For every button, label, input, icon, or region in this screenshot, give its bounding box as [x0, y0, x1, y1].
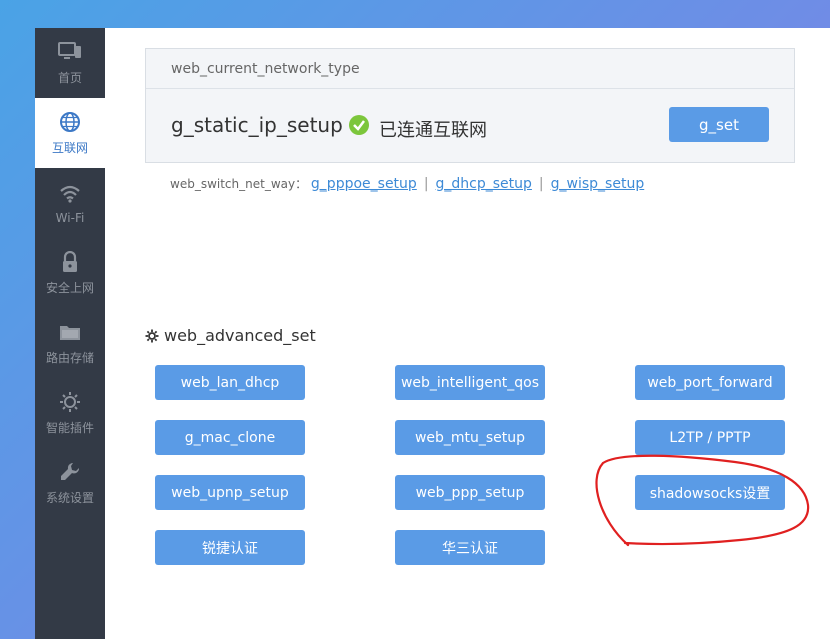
shadowsocks-button[interactable]: shadowsocks设置	[635, 475, 785, 510]
pppoe-link[interactable]: g_pppoe_setup	[311, 176, 417, 192]
sidebar-item-security[interactable]: 安全上网	[35, 238, 105, 308]
wrench-icon	[58, 460, 82, 484]
port-forward-button[interactable]: web_port_forward	[635, 365, 785, 400]
intelligent-qos-button[interactable]: web_intelligent_qos	[395, 365, 545, 400]
mac-clone-button[interactable]: g_mac_clone	[155, 420, 305, 455]
ruijie-auth-button[interactable]: 锐捷认证	[155, 530, 305, 565]
sidebar-item-label: 互联网	[51, 141, 88, 155]
sidebar-item-label: 首页	[57, 71, 82, 85]
l2tp-pptp-button[interactable]: L2TP / PPTP	[635, 420, 785, 455]
sidebar: 首页 互联网 Wi-Fi 安全上网 路由存储 智能插件 系统设置	[35, 28, 105, 639]
sidebar-item-label: Wi-Fi	[55, 210, 85, 225]
advanced-title-text: web_advanced_set	[164, 326, 316, 345]
sidebar-item-label: 系统设置	[45, 491, 94, 505]
switch-label: web_switch_net_way：	[170, 177, 308, 191]
sidebar-item-label: 路由存储	[45, 351, 94, 365]
sidebar-item-wifi[interactable]: Wi-Fi	[35, 168, 105, 238]
wisp-link[interactable]: g_wisp_setup	[551, 176, 645, 192]
switch-net-way: web_switch_net_way： g_pppoe_setup | g_dhcp…	[170, 175, 644, 192]
globe-icon	[58, 110, 82, 134]
sidebar-item-plugins[interactable]: 智能插件	[35, 378, 105, 448]
folder-icon	[58, 320, 82, 344]
advanced-settings-title: web_advanced_set	[145, 326, 316, 345]
sidebar-item-internet[interactable]: 互联网	[35, 98, 105, 168]
upnp-setup-button[interactable]: web_upnp_setup	[155, 475, 305, 510]
main-panel: web_current_network_type g_static_ip_set…	[105, 28, 830, 639]
network-type: g_static_ip_setup	[171, 113, 343, 137]
separator: |	[538, 176, 544, 192]
connection-status: 已连通互联网	[379, 120, 487, 141]
h3c-auth-button[interactable]: 华三认证	[395, 530, 545, 565]
sidebar-item-storage[interactable]: 路由存储	[35, 308, 105, 378]
separator: |	[423, 176, 429, 192]
sidebar-item-home[interactable]: 首页	[35, 28, 105, 98]
ppp-setup-button[interactable]: web_ppp_setup	[395, 475, 545, 510]
check-icon	[349, 115, 369, 135]
sun-icon	[58, 390, 82, 414]
network-status-title: web_current_network_type	[146, 49, 794, 89]
sidebar-item-label: 安全上网	[45, 281, 94, 295]
mtu-setup-button[interactable]: web_mtu_setup	[395, 420, 545, 455]
gear-icon	[145, 329, 159, 343]
lan-dhcp-button[interactable]: web_lan_dhcp	[155, 365, 305, 400]
wifi-icon	[58, 182, 82, 206]
monitor-icon	[58, 40, 82, 64]
dhcp-link[interactable]: g_dhcp_setup	[436, 176, 532, 192]
network-status-box: web_current_network_type g_static_ip_set…	[145, 48, 795, 163]
set-button[interactable]: g_set	[669, 107, 769, 142]
sidebar-item-label: 智能插件	[45, 421, 94, 435]
lock-icon	[58, 250, 82, 274]
sidebar-item-system[interactable]: 系统设置	[35, 448, 105, 518]
